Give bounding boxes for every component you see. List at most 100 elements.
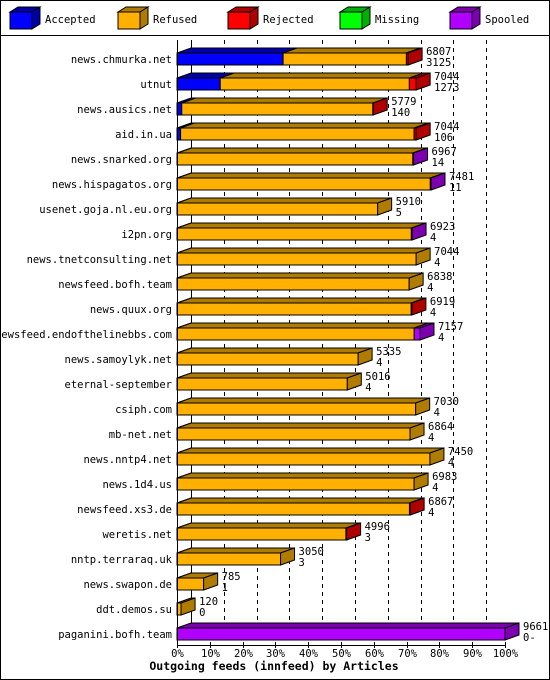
- accepted-label: 11: [449, 182, 462, 194]
- bar-top-refused: [177, 147, 428, 154]
- bar-top-refused: [282, 47, 421, 54]
- bar-segment-refused: [176, 152, 414, 166]
- row-label: newsfeed.xs3.de: [77, 504, 172, 516]
- bar-segment-refused: [176, 427, 411, 441]
- legend-label-spooled: Spooled: [485, 14, 529, 26]
- bar-segment-refused: [176, 277, 410, 291]
- row-label: ddt.demos.su: [96, 604, 172, 616]
- bar-segment-refused: [176, 402, 417, 416]
- bar-segment-spooled: [176, 627, 506, 641]
- bar-top-spooled: [176, 622, 520, 629]
- chart-title: Outgoing feeds (innfeed) by Articles: [149, 659, 398, 673]
- row-label: news.chmurka.net: [71, 54, 172, 66]
- legend-label-rejected: Rejected: [263, 14, 314, 26]
- accepted-label: 4: [428, 432, 434, 444]
- bar-segment-refused: [176, 352, 359, 366]
- bar-segment-refused: [176, 327, 415, 341]
- bar-segment-refused: [176, 177, 431, 191]
- bar-top-refused: [177, 172, 445, 179]
- bar-top-refused: [176, 472, 429, 479]
- row-label: eternal-september: [65, 379, 172, 391]
- bar-top-refused: [176, 447, 445, 454]
- row-label: weretis.net: [102, 529, 172, 541]
- row-label: news.swapon.de: [83, 579, 172, 591]
- legend-swatch-accepted: [9, 11, 33, 30]
- x-tick-label: 100%: [493, 648, 519, 660]
- bar-top-refused: [220, 72, 424, 79]
- accepted-label: 1: [222, 582, 228, 594]
- row-label: i2pn.org: [121, 229, 172, 241]
- row-label: news.quux.org: [90, 304, 172, 316]
- bar-top-refused: [176, 522, 361, 529]
- accepted-label: 14: [432, 157, 445, 169]
- bar-top-refused: [181, 97, 388, 104]
- accepted-label: 4: [434, 257, 440, 269]
- bar-top-refused: [176, 547, 295, 554]
- bar-top-refused: [176, 397, 430, 404]
- bar-segment-refused: [176, 502, 410, 516]
- row-label: newsfeed.endofthelinebbs.com: [0, 329, 172, 341]
- bar-top-refused: [176, 322, 429, 329]
- accepted-label: 4: [448, 457, 454, 469]
- row-label: news.ausics.net: [77, 104, 172, 116]
- bar-segment-spooled: [413, 327, 421, 341]
- accepted-label: 4: [428, 507, 434, 519]
- row-label: nntp.terraraq.uk: [71, 554, 173, 566]
- accepted-label: 4: [365, 382, 371, 394]
- bar-segment-refused: [219, 77, 410, 91]
- accepted-label: 4: [430, 232, 436, 244]
- bar-top-refused: [176, 272, 424, 279]
- accepted-label: 4: [376, 357, 382, 369]
- bar-top-refused: [176, 297, 426, 304]
- bar-segment-refused: [176, 202, 379, 216]
- bar-segment-refused: [181, 102, 374, 116]
- bar-top-refused: [176, 247, 431, 254]
- bar-top-accepted: [176, 47, 298, 54]
- legend-swatch-refused: [117, 11, 141, 30]
- accepted-label: 140: [391, 107, 410, 119]
- row-label: news.nntp4.net: [83, 454, 172, 466]
- innfeed-articles-chart: Accepted Refused Rejected Missing Spooled ne…: [0, 0, 550, 680]
- bar-segment-refused: [180, 127, 415, 141]
- row-label: mb-net.net: [109, 429, 172, 441]
- bar-segment-refused: [176, 577, 205, 591]
- row-label: news.1d4.us: [102, 479, 172, 491]
- bar-top-refused: [177, 197, 392, 204]
- legend-swatch-missing: [339, 11, 363, 30]
- accepted-label: 0: [199, 607, 205, 619]
- legend-swatch-spooled: [449, 11, 473, 30]
- accepted-label: 106: [434, 132, 453, 144]
- bar-top-refused: [176, 422, 425, 429]
- accepted-label: 1273: [434, 82, 459, 94]
- row-label: usenet.goja.nl.eu.org: [39, 204, 172, 216]
- accepted-label: 4: [430, 307, 436, 319]
- bar-top-refused: [176, 222, 426, 229]
- row-label: paganini.bofh.team: [58, 629, 172, 641]
- bar-segment-refused: [282, 52, 407, 66]
- accepted-label: 3: [299, 557, 305, 569]
- bar-segment-refused: [176, 527, 347, 541]
- bar-segment-refused: [176, 477, 415, 491]
- bar-segment-accepted: [176, 77, 221, 91]
- accepted-label: 5: [396, 207, 402, 219]
- bar-top-refused: [176, 347, 373, 354]
- accepted-label: 0-: [523, 632, 536, 644]
- accepted-label: 4: [434, 407, 440, 419]
- legend-swatch-rejected: [227, 11, 251, 30]
- row-label: newsfeed.bofh.team: [58, 279, 172, 291]
- bar-segment-refused: [176, 552, 282, 566]
- accepted-label: 4: [438, 332, 444, 344]
- bar-top-refused: [176, 497, 424, 504]
- bar-segment-refused: [176, 227, 412, 241]
- row-label: utnut: [140, 79, 172, 91]
- row-label: news.hispagatos.org: [52, 179, 172, 191]
- accepted-label: 4: [432, 482, 438, 494]
- bar-segment-accepted: [176, 52, 284, 66]
- legend-label-refused: Refused: [153, 14, 197, 26]
- accepted-label: 3125: [426, 57, 451, 69]
- row-label: csiph.com: [115, 404, 172, 416]
- bar-segment-rejected: [408, 77, 417, 91]
- bar-segment-refused: [176, 302, 412, 316]
- bar-segment-refused: [176, 452, 431, 466]
- x-tick-label: 80%: [430, 648, 450, 660]
